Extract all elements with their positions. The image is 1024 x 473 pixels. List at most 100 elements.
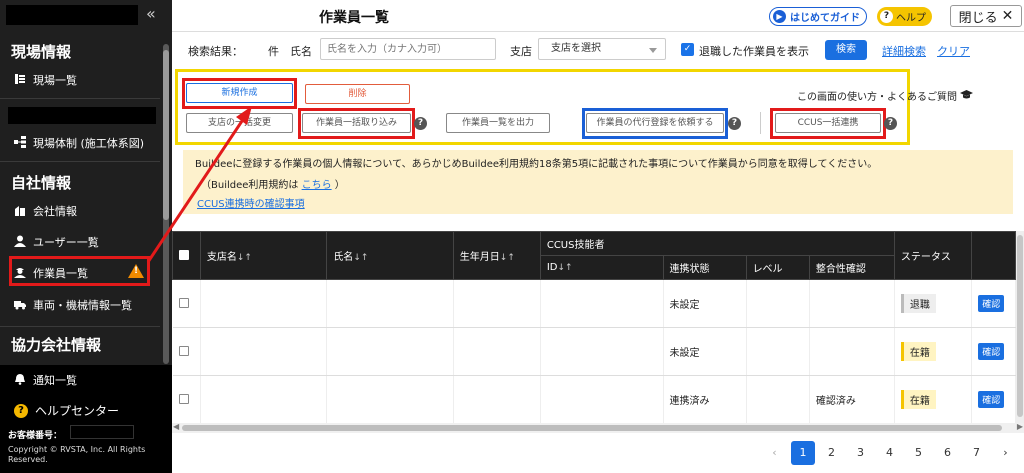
close-icon: ✕ xyxy=(1001,8,1014,24)
worker-table: 支店名↓↑ 氏名↓↑ 生年月日↓↑ CCUS技能者 ステータス ID↓↑ 連携状… xyxy=(172,231,1016,423)
delete-button[interactable]: 削除 xyxy=(305,84,410,104)
sort-icon[interactable]: ↓↑ xyxy=(558,263,573,273)
consistency-cell xyxy=(809,279,895,328)
sidebar-item-user-list[interactable]: ユーザー一覧 xyxy=(14,234,99,250)
section-kyoryoku: 協力会社情報 xyxy=(11,336,102,354)
row-checkbox[interactable] xyxy=(178,298,189,308)
sidebar-item-vehicle-list[interactable]: 車両・機械情報一覧 xyxy=(14,297,132,313)
branch-select-value: 支店を選択 xyxy=(551,43,601,54)
select-all-checkbox[interactable] xyxy=(179,250,189,260)
consistency-cell: 確認済み xyxy=(809,375,895,423)
ccus-bulk-button[interactable]: CCUS一括連携 xyxy=(775,113,881,133)
customer-number-label: お客様番号： xyxy=(8,431,63,441)
row-checkbox[interactable] xyxy=(178,346,189,356)
next-page-button[interactable]: › xyxy=(991,441,1020,465)
select-all-header xyxy=(172,231,201,280)
question-icon[interactable]: ? xyxy=(728,117,741,130)
divider xyxy=(0,98,160,99)
sort-icon[interactable]: ↓↑ xyxy=(237,253,252,263)
row-checkbox[interactable] xyxy=(178,394,189,404)
page-button[interactable]: 3 xyxy=(846,441,875,465)
birthday-cell xyxy=(453,327,541,376)
collapse-sidebar-icon[interactable]: « xyxy=(146,4,156,23)
level-cell xyxy=(746,375,810,423)
name-label: 氏名 xyxy=(290,45,312,58)
list-icon xyxy=(14,73,26,88)
col-status: ステータス xyxy=(893,231,973,280)
branch-select[interactable]: 支店を選択 xyxy=(538,38,666,60)
page-button[interactable]: 4 xyxy=(875,441,904,465)
page-button[interactable]: 6 xyxy=(933,441,962,465)
confirm-button[interactable]: 確認 xyxy=(978,391,1005,408)
page-button[interactable]: 2 xyxy=(817,441,846,465)
chevron-down-icon xyxy=(649,48,657,53)
sidebar-item-company-info[interactable]: 会社情報 xyxy=(14,203,77,219)
bulk-import-button[interactable]: 作業員一括取り込み xyxy=(302,113,411,133)
confirm-button[interactable]: 確認 xyxy=(978,343,1005,360)
howto-label: この画面の使い方・よくあるご質問 xyxy=(797,92,957,103)
search-button[interactable]: 検索 xyxy=(825,40,867,60)
building-icon xyxy=(14,204,26,219)
page-button[interactable]: 7 xyxy=(962,441,991,465)
confirm-button[interactable]: 確認 xyxy=(978,295,1005,312)
prev-page-button[interactable]: ‹ xyxy=(760,441,789,465)
clear-link[interactable]: クリア xyxy=(937,43,970,59)
consistency-cell xyxy=(809,327,895,376)
sidebar-item-label: ユーザー一覧 xyxy=(33,236,99,249)
scroll-right-icon[interactable]: ▶ xyxy=(1017,422,1023,431)
name-cell xyxy=(326,327,454,376)
detail-search-link[interactable]: 詳細検索 xyxy=(882,43,926,59)
sidebar-item-notices[interactable]: 通知一覧 xyxy=(14,372,77,388)
guide-button[interactable]: ▶ はじめてガイド xyxy=(769,7,867,26)
page-button[interactable]: 5 xyxy=(904,441,933,465)
proxy-register-button[interactable]: 作業員の代行登録を依頼する xyxy=(586,113,724,133)
scroll-left-icon[interactable]: ◀ xyxy=(173,422,179,431)
question-icon[interactable]: ? xyxy=(884,117,897,130)
new-button[interactable]: 新規作成 xyxy=(186,83,293,103)
truck-icon xyxy=(14,298,26,313)
table-row[interactable]: 連携済み 確認済み 在籍 確認 xyxy=(172,375,1016,423)
sort-icon[interactable]: ↓↑ xyxy=(353,253,368,263)
search-bar: 検索結果： 件 氏名 支店 支店を選択 ✓ 退職した作業員を表示 検索 詳細検索… xyxy=(172,33,1024,66)
page-button[interactable]: 1 xyxy=(791,441,815,465)
search-results-unit: 件 xyxy=(268,45,279,58)
sidebar-item-label: ヘルプセンター xyxy=(35,404,120,418)
name-input[interactable] xyxy=(320,38,496,60)
sidebar-item-label: 現場一覧 xyxy=(33,74,77,87)
sidebar-item-worker-list[interactable]: 作業員一覧 xyxy=(14,265,88,281)
search-results-label: 検索結果： xyxy=(188,45,243,58)
bell-icon xyxy=(14,373,26,388)
status-badge: 退職 xyxy=(900,294,936,313)
sidebar-item-genba-list[interactable]: 現場一覧 xyxy=(14,72,77,88)
name-cell xyxy=(326,375,454,423)
close-button[interactable]: 閉じる ✕ xyxy=(950,5,1022,27)
col-branch[interactable]: 支店名↓↑ xyxy=(199,231,328,280)
table-row[interactable]: 未設定 在籍 確認 xyxy=(172,327,1016,376)
col-name[interactable]: 氏名↓↑ xyxy=(326,231,454,280)
sidebar-item-genba-taisei[interactable]: 現場体制 (施工体系図) xyxy=(14,135,144,151)
ccus-check-link[interactable]: CCUS連携時の確認事項 xyxy=(197,195,305,210)
graduation-cap-icon xyxy=(960,90,974,103)
ccus-id-cell xyxy=(540,279,664,328)
col-ccus-group: CCUS技能者 xyxy=(539,231,895,256)
link-status-cell: 連携済み xyxy=(663,375,747,423)
sidebar-item-help-center[interactable]: ? ヘルプセンター xyxy=(14,402,119,419)
table-row[interactable]: 未設定 退職 確認 xyxy=(172,279,1016,328)
table-vertical-scrollbar[interactable] xyxy=(1016,231,1024,423)
terms-link[interactable]: こちら xyxy=(302,180,332,191)
col-ccus-id[interactable]: ID↓↑ xyxy=(539,255,664,280)
close-label: 閉じる xyxy=(958,10,998,26)
sidebar-scrollbar[interactable] xyxy=(163,44,169,364)
export-button[interactable]: 作業員一覧を出力 xyxy=(446,113,550,133)
table-horizontal-scrollbar[interactable]: ◀ ▶ xyxy=(172,422,1024,433)
help-button[interactable]: ? ヘルプ xyxy=(877,7,932,26)
question-icon[interactable]: ? xyxy=(414,117,427,130)
sort-icon[interactable]: ↓↑ xyxy=(500,253,515,263)
status-badge: 在籍 xyxy=(900,342,936,361)
ccus-id-cell xyxy=(540,375,664,423)
branch-bulk-change-button[interactable]: 支店の一括変更 xyxy=(186,113,293,133)
page-title: 作業員一覧 xyxy=(319,10,389,26)
howto-link[interactable]: この画面の使い方・よくあるご質問 xyxy=(797,88,974,103)
show-retired-checkbox[interactable]: ✓ xyxy=(681,43,694,56)
col-birthday[interactable]: 生年月日↓↑ xyxy=(452,231,541,280)
